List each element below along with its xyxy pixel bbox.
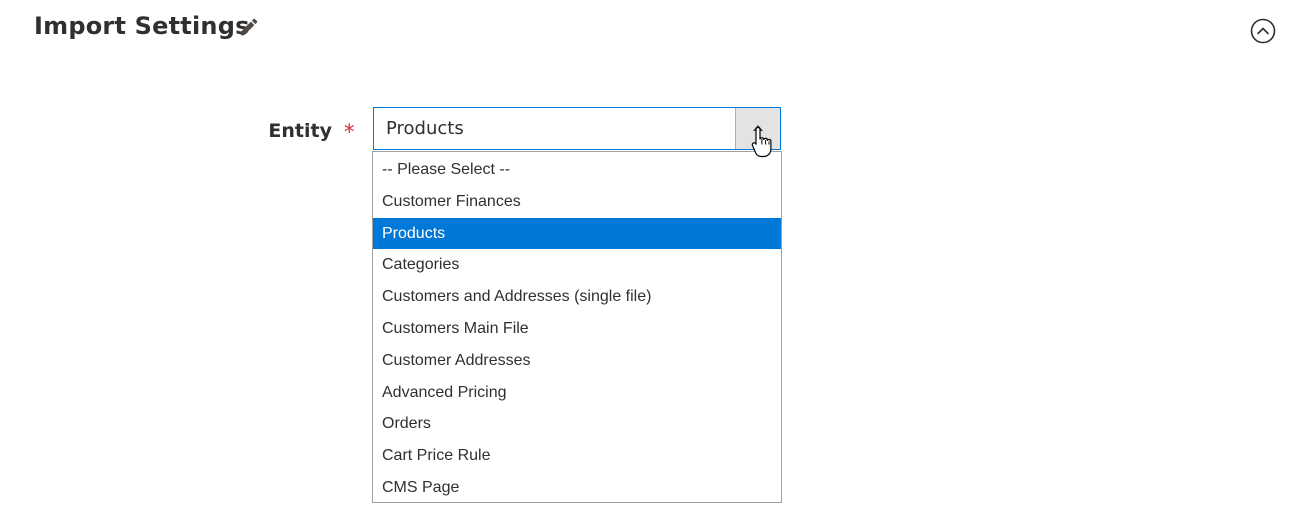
- entity-label: Entity: [268, 120, 332, 142]
- entity-option[interactable]: Customers Main File: [373, 313, 781, 345]
- entity-option[interactable]: Orders: [373, 408, 781, 440]
- entity-select-toggle[interactable]: [735, 108, 780, 149]
- entity-option[interactable]: Cart Price Rule: [373, 440, 781, 472]
- entity-select-value: Products: [386, 118, 464, 139]
- entity-option[interactable]: Categories: [373, 249, 781, 281]
- entity-option[interactable]: Customer Finances: [373, 186, 781, 218]
- section-title: Import Settings: [34, 12, 250, 40]
- entity-option[interactable]: -- Please Select --: [373, 154, 781, 186]
- required-indicator: *: [344, 120, 355, 144]
- entity-options-list: -- Please Select -- Customer Finances Prod…: [372, 151, 782, 503]
- caret-up-icon: [753, 125, 763, 131]
- import-settings-panel: Import Settings Entity * Products -- Ple…: [0, 0, 1310, 515]
- chevron-up-circle-icon[interactable]: [1250, 18, 1276, 44]
- entity-option[interactable]: Advanced Pricing: [373, 377, 781, 409]
- entity-option-selected[interactable]: Products: [373, 217, 781, 250]
- entity-option[interactable]: CMS Page: [373, 472, 781, 504]
- entity-option[interactable]: Customers and Addresses (single file): [373, 281, 781, 313]
- entity-select[interactable]: Products: [373, 107, 781, 150]
- pencil-icon[interactable]: [238, 16, 260, 38]
- entity-option[interactable]: Customer Addresses: [373, 345, 781, 377]
